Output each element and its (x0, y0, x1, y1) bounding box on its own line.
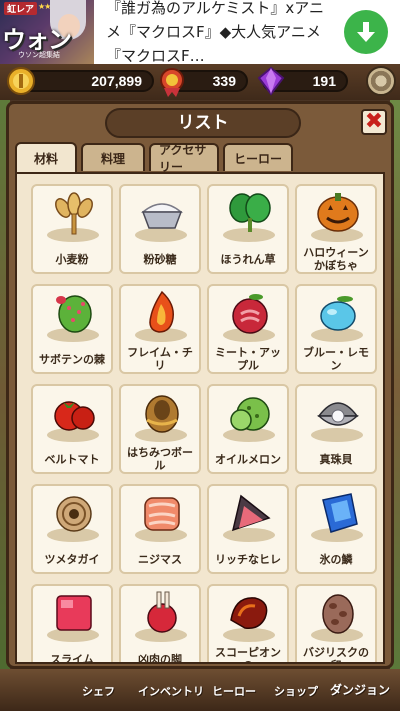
item-card-bell-tomato[interactable]: ベルトマト (31, 384, 113, 474)
item-card-rainbow-trout[interactable]: ニジマス (119, 484, 201, 574)
item-label: ニジマス (138, 552, 182, 566)
item-label: 氷の鱗 (319, 552, 353, 566)
item-label: 真珠貝 (319, 452, 353, 466)
download-button[interactable] (344, 10, 388, 54)
ad-subtitle: ウソン超集結 (18, 51, 60, 59)
nav-shop[interactable]: ショップ (274, 683, 318, 707)
wheat-icon (55, 192, 93, 235)
nav-chef-label: シェフ (82, 685, 115, 698)
item-label: リッチなヒレ (215, 552, 281, 566)
scorpion-claw-icon (230, 597, 268, 630)
gold-value: 207,899 (91, 73, 142, 89)
item-label: スライム (50, 652, 94, 664)
nav-shop-label: ショップ (274, 685, 318, 698)
ice-scale-icon (322, 493, 358, 533)
item-card-blue-lemon[interactable]: ブルー・レモン (295, 284, 377, 374)
nav-dungeon-label: ダンジョン (330, 683, 391, 697)
item-card-meat-apple[interactable]: ミート・アップル (207, 284, 289, 374)
nav-chef[interactable]: シェフ (82, 683, 115, 707)
flame-chili-icon (149, 290, 175, 333)
sugar-bowl-icon (140, 203, 184, 229)
resource-bar: 207,899 339 191 (0, 64, 400, 100)
nav-hero-label: ヒーロー (212, 685, 256, 698)
item-label: ブルー・レモン (303, 346, 369, 372)
meat-apple-icon (232, 294, 268, 334)
gem-value: 191 (312, 73, 336, 89)
nav-hero[interactable]: ヒーロー (212, 683, 256, 707)
item-label: サボテンの棘 (39, 352, 105, 366)
item-card-powdered-sugar[interactable]: 粉砂糖 (119, 184, 201, 274)
honey-ball-icon (145, 395, 179, 433)
item-label: バジリスクの卵 (303, 646, 369, 662)
ad-image[interactable]: 虹レア ★★★★★ ウォン ウソン超集結 (0, 0, 94, 64)
gem-icon (257, 66, 285, 96)
item-label: ハロウィーンかぼちゃ (303, 246, 369, 272)
item-card-spinach[interactable]: ほうれん草 (207, 184, 289, 274)
item-card-basilisk-egg[interactable]: バジリスクの卵 (295, 584, 377, 662)
tab-materials[interactable]: 材料 (15, 142, 77, 173)
item-label: 凶肉の脚 (138, 652, 182, 664)
item-label: フレイム・チリ (127, 346, 193, 372)
basilisk-egg-icon (322, 594, 354, 634)
item-label: ほうれん草 (220, 252, 276, 266)
gold-coin-icon (7, 67, 35, 95)
item-card-rich-fin[interactable]: リッチなヒレ (207, 484, 289, 574)
fin-icon (231, 494, 271, 532)
blue-lemon-icon (320, 296, 356, 331)
item-label: ツメタガイ (44, 552, 100, 566)
settings-gear-icon[interactable] (366, 66, 396, 96)
ad-text[interactable]: 『誰ガ為のアルケミスト』xアニメ『マクロスF』◆大人気アニメ『マクロスF… (94, 0, 344, 72)
item-card-scorpion[interactable]: スコーピオンの (207, 584, 289, 662)
item-card-flame-chili[interactable]: フレイム・チリ (119, 284, 201, 374)
list-panel: リスト ✖ 材料 料理 アクセサリー ヒーロー 小麦粉 粉砂糖 ほうれん草 ハロ… (6, 101, 394, 669)
item-label: スコーピオンの (215, 646, 281, 662)
tomato-icon (54, 401, 95, 431)
item-card-pearl-shell[interactable]: 真珠貝 (295, 384, 377, 474)
item-card-pumpkin[interactable]: ハロウィーンかぼちゃ (295, 184, 377, 274)
item-grid: 小麦粉 粉砂糖 ほうれん草 ハロウィーンかぼちゃ サボテンの棘 フレイム・チリ … (31, 184, 377, 664)
tab-bar: 材料 料理 アクセサリー ヒーロー (15, 142, 293, 174)
item-label: オイルメロン (215, 452, 281, 466)
nav-dungeon[interactable]: ダンジョン (330, 681, 390, 705)
item-card-moon-snail[interactable]: ツメタガイ (31, 484, 113, 574)
item-label: 小麦粉 (55, 252, 89, 266)
medal-icon (160, 68, 184, 97)
trout-icon (144, 497, 180, 531)
item-card-flour[interactable]: 小麦粉 (31, 184, 113, 274)
item-label: ベルトマト (44, 452, 100, 466)
pumpkin-icon (317, 193, 359, 232)
bottom-nav: シェフ インベントリ ヒーロー ショップ ダンジョン (0, 669, 400, 711)
close-button[interactable]: ✖ (361, 109, 387, 135)
meat-leg-icon (147, 591, 177, 633)
nav-inventory[interactable]: インベントリ (138, 683, 204, 707)
spinach-icon (229, 193, 271, 232)
panel-title: リスト (105, 108, 301, 138)
snail-shell-icon (56, 496, 92, 532)
item-card-ice-scale[interactable]: 氷の鱗 (295, 484, 377, 574)
item-list[interactable]: 小麦粉 粉砂糖 ほうれん草 ハロウィーンかぼちゃ サボテンの棘 フレイム・チリ … (15, 172, 385, 664)
item-card-honey-ball[interactable]: はちみつボール (119, 384, 201, 474)
item-label: 粉砂糖 (143, 252, 177, 266)
download-arrow-icon (357, 22, 375, 42)
tab-cooking[interactable]: 料理 (81, 143, 145, 171)
ad-banner[interactable]: 虹レア ★★★★★ ウォン ウソン超集結 『誰ガ為のアルケミスト』xアニメ『マク… (0, 0, 400, 65)
medal-value: 339 (212, 73, 236, 89)
tab-hero[interactable]: ヒーロー (223, 143, 293, 171)
tab-accessory[interactable]: アクセサリー (149, 143, 219, 174)
item-card-oil-melon[interactable]: オイルメロン (207, 384, 289, 474)
pearl-shell-icon (317, 402, 359, 426)
slime-icon (56, 595, 92, 631)
item-card-meat-leg[interactable]: 凶肉の脚 (119, 584, 201, 664)
item-card-slime[interactable]: スライム (31, 584, 113, 664)
item-label: ミート・アップル (215, 346, 281, 372)
item-card-cactus-thorn[interactable]: サボテンの棘 (31, 284, 113, 374)
melon-icon (230, 397, 270, 431)
ad-rarity-label: 虹レア (4, 2, 38, 15)
item-label: はちみつボール (127, 446, 193, 472)
cactus-icon (56, 295, 92, 333)
nav-inventory-label: インベントリ (138, 685, 204, 698)
